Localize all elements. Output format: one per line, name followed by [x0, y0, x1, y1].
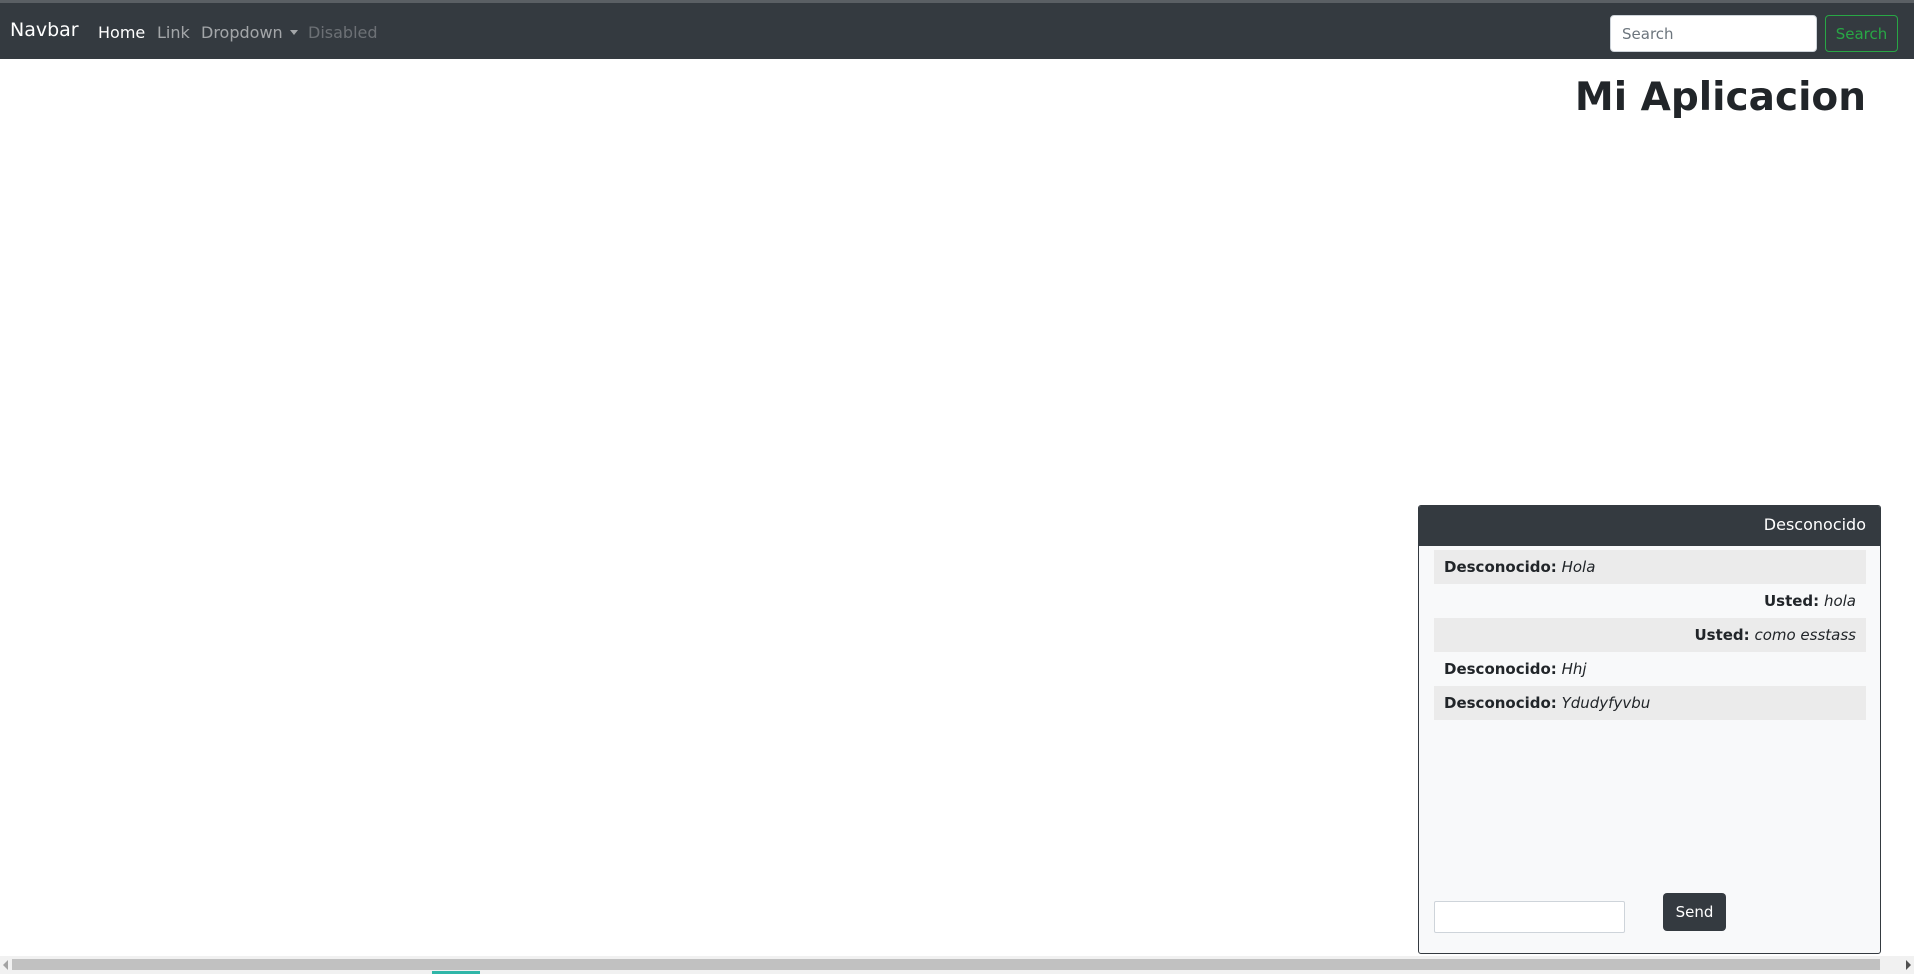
chat-window: Desconocido Desconocido: Hola Usted: hol…: [1418, 505, 1881, 954]
message-sender: Desconocido:: [1444, 694, 1557, 712]
navbar-brand[interactable]: Navbar: [10, 19, 79, 41]
chat-header: Desconocido: [1419, 506, 1880, 546]
search-button[interactable]: Search: [1825, 15, 1898, 52]
message-text: Ydudyfyvbu: [1561, 694, 1651, 712]
message-sender: Desconocido:: [1444, 660, 1557, 678]
message-sender: Usted:: [1763, 592, 1820, 610]
nav-link-disabled: Disabled: [308, 23, 378, 42]
arrow-right-icon[interactable]: [1906, 960, 1911, 970]
chat-messages: Desconocido: Hola Usted: hola Usted: com…: [1434, 550, 1866, 720]
navbar: Navbar Home Link Dropdown Disabled Searc…: [0, 3, 1914, 59]
chat-message: Desconocido: Ydudyfyvbu: [1434, 686, 1866, 720]
chevron-down-icon: [289, 30, 298, 35]
page-title: Mi Aplicacion: [1574, 75, 1866, 120]
nav-link-link[interactable]: Link: [157, 23, 190, 42]
message-text: Hola: [1561, 558, 1596, 576]
chat-message: Usted: como esstass: [1434, 618, 1866, 652]
message-sender: Desconocido:: [1444, 558, 1557, 576]
arrow-left-icon[interactable]: [3, 960, 8, 970]
message-text: hola: [1823, 592, 1856, 610]
chat-message: Usted: hola: [1434, 584, 1866, 618]
chat-message: Desconocido: Hhj: [1434, 652, 1866, 686]
chat-message: Desconocido: Hola: [1434, 550, 1866, 584]
nav-link-home[interactable]: Home: [98, 23, 145, 42]
message-sender: Usted:: [1694, 626, 1750, 644]
nav-dropdown-label: Dropdown: [201, 23, 283, 42]
scrollbar-thumb[interactable]: [12, 959, 1880, 970]
message-text: como esstass: [1754, 626, 1856, 644]
message-text: Hhj: [1561, 660, 1587, 678]
chat-message-input[interactable]: [1434, 901, 1625, 933]
horizontal-scrollbar[interactable]: [0, 956, 1914, 974]
search-input[interactable]: [1610, 15, 1817, 52]
nav-link-dropdown[interactable]: Dropdown: [201, 23, 298, 42]
send-button[interactable]: Send: [1663, 893, 1726, 931]
